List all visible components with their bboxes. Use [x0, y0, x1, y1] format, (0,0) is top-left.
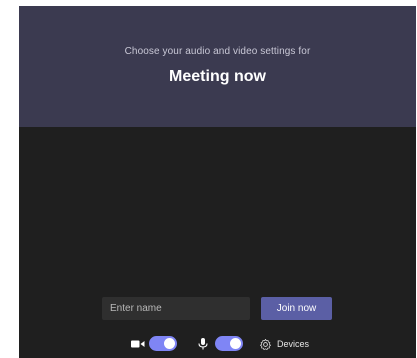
- microphone-toggle[interactable]: [215, 336, 243, 351]
- microphone-icon: [198, 338, 208, 350]
- meeting-title: Meeting now: [169, 68, 266, 85]
- media-controls: Devices: [19, 334, 416, 354]
- name-input[interactable]: [102, 297, 250, 320]
- microphone-toggle-knob: [230, 338, 241, 349]
- join-now-button[interactable]: Join now: [261, 297, 332, 320]
- settings-prompt: Choose your audio and video settings for: [124, 46, 311, 57]
- devices-label: Devices: [277, 339, 310, 349]
- devices-button[interactable]: Devices: [259, 336, 309, 352]
- meeting-header: Choose your audio and video settings for…: [19, 6, 416, 127]
- video-camera-icon: [131, 340, 145, 348]
- meeting-prejoin-window: Choose your audio and video settings for…: [19, 6, 416, 358]
- camera-toggle-knob: [164, 338, 175, 349]
- camera-toggle[interactable]: [149, 336, 177, 351]
- gear-icon: [260, 338, 271, 350]
